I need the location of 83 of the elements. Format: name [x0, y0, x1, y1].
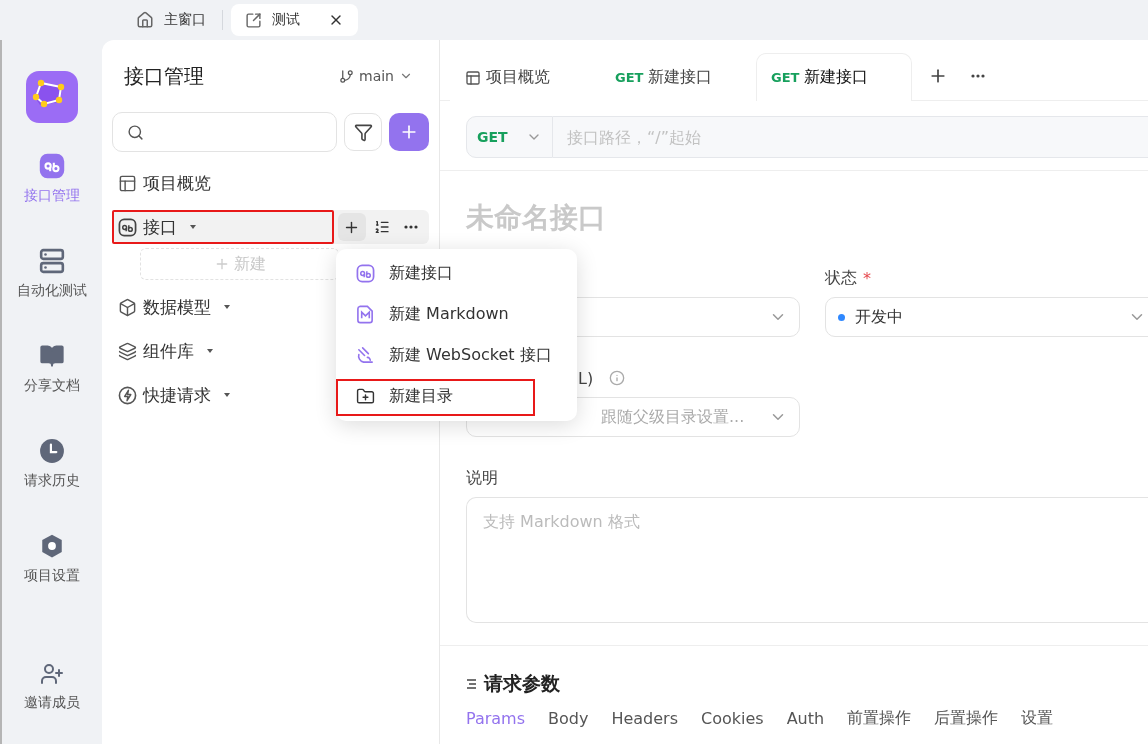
clock-icon [39, 438, 65, 464]
external-link-icon [245, 11, 262, 29]
tab-label: 测试 [272, 11, 300, 29]
rail-item[interactable]: 项目设置 [24, 533, 80, 628]
method-label: GET [771, 70, 800, 85]
api-icon [39, 153, 65, 179]
invite-button[interactable]: 邀请成员 [24, 662, 80, 744]
select-placeholder: 跟随父级目录设置... [601, 406, 745, 428]
layers-icon [118, 341, 137, 361]
branch-selector[interactable]: main [333, 67, 419, 85]
settings-icon [39, 533, 65, 559]
tab-label: 主窗口 [164, 11, 206, 29]
cube-icon [118, 297, 137, 317]
api-icon [118, 217, 137, 237]
tree-item-label: 组件库 [143, 339, 194, 363]
menu-item-label: 新建 WebSocket 接口 [389, 345, 552, 366]
tree-item[interactable]: 接口 [112, 210, 334, 244]
tab-label: 新建接口 [804, 67, 869, 88]
menu-item[interactable]: 新建 Markdown [336, 294, 577, 335]
tree-item[interactable]: 项目概览 [112, 166, 429, 200]
branch-icon [339, 68, 354, 84]
tree-item-label: 数据模型 [143, 295, 211, 319]
rail-item[interactable]: 分享文档 [24, 343, 80, 438]
api-icon [356, 264, 375, 283]
add-button[interactable] [338, 213, 366, 241]
tab-label: 项目概览 [486, 67, 550, 88]
folder-plus-icon [356, 387, 375, 406]
field-label: 状态 * [825, 267, 872, 289]
book-icon [39, 343, 65, 369]
panel-icon [465, 69, 481, 86]
lightning-icon [118, 385, 137, 405]
menu-item-label: 新建目录 [389, 386, 453, 407]
menu-item-label: 新建接口 [389, 263, 453, 284]
home-icon [136, 11, 154, 29]
params-tab[interactable]: Params [466, 708, 526, 729]
info-icon [609, 370, 626, 386]
tree-item-label: 快捷请求 [143, 383, 211, 407]
method-label: GET [615, 70, 644, 85]
panel-icon [118, 173, 137, 193]
tab-label: 新建接口 [648, 67, 713, 88]
rail-item[interactable]: 请求历史 [24, 438, 80, 533]
markdown-icon [356, 305, 375, 324]
caret-icon [223, 303, 231, 311]
menu-item[interactable]: 新建接口 [336, 253, 577, 294]
caret-icon [223, 391, 231, 399]
add-user-icon [40, 662, 64, 686]
tree-item-label: 项目概览 [143, 171, 211, 195]
sort-list-icon [373, 219, 390, 235]
params-tab[interactable]: Cookies [701, 708, 764, 729]
websocket-icon [356, 346, 375, 365]
search-icon [127, 123, 144, 141]
sidebar-title: 接口管理 [124, 62, 204, 90]
app-logo [26, 71, 78, 123]
list-icon [466, 678, 478, 690]
status-value: 开发中 [838, 306, 903, 328]
params-tab[interactable]: Body [548, 708, 589, 729]
filter-button[interactable] [344, 113, 382, 151]
field-label: L) [578, 368, 594, 388]
params-tab[interactable]: 后置操作 [934, 708, 999, 729]
server-icon [39, 248, 65, 274]
search-field[interactable] [112, 112, 337, 152]
window-tab[interactable]: 测试 [231, 4, 358, 36]
params-tab[interactable]: 设置 [1021, 708, 1054, 729]
section-title: 请求参数 [484, 671, 560, 696]
required-mark: * [863, 268, 871, 288]
filter-icon [353, 122, 373, 142]
path-input[interactable]: 接口路径，“/”起始 [553, 116, 1148, 158]
caret-icon [206, 347, 214, 355]
status-select[interactable]: 开发中 [825, 297, 1148, 337]
tree-item-label: 接口 [143, 215, 177, 239]
more-icon [404, 225, 419, 229]
window-tab[interactable]: 主窗口 [128, 4, 214, 36]
editor-tab[interactable]: GET 新建接口 [756, 53, 912, 101]
menu-item[interactable]: 新建 WebSocket 接口 [336, 335, 577, 376]
params-tab[interactable]: Auth [786, 708, 825, 729]
description-field[interactable]: 支持 Markdown 格式 [466, 497, 1148, 623]
rail-item[interactable]: 自动化测试 [17, 248, 87, 343]
params-tab[interactable]: 前置操作 [847, 708, 912, 729]
params-tab[interactable]: Headers [611, 708, 679, 729]
field-label: 说明 [466, 467, 499, 489]
menu-item-label: 新建 Markdown [389, 304, 509, 325]
more-icon [971, 74, 985, 78]
caret-icon [189, 223, 197, 231]
